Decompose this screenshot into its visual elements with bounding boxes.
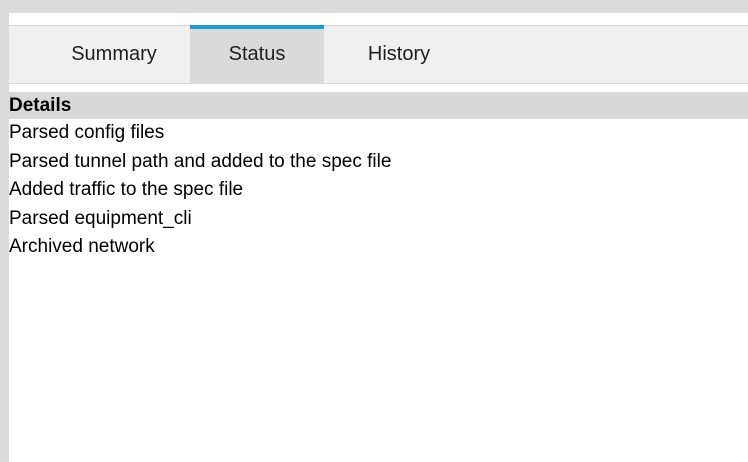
details-list: Parsed config files Parsed tunnel path a… [9, 119, 748, 262]
active-tab-indicator [190, 25, 324, 29]
status-window: Summary Status History Details Parsed co… [0, 0, 748, 462]
tab-bar: Summary Status History [9, 25, 748, 84]
list-item[interactable]: Parsed equipment_cli [9, 205, 748, 234]
tab-summary[interactable]: Summary [49, 26, 179, 83]
tab-status-label: Status [228, 43, 286, 65]
left-border [0, 13, 9, 462]
tab-history[interactable]: History [344, 26, 454, 83]
tab-status[interactable]: Status [190, 25, 324, 83]
top-border [0, 0, 748, 13]
list-item[interactable]: Added traffic to the spec file [9, 176, 748, 205]
details-header-label: Details [9, 95, 72, 116]
details-panel: Summary Status History Details Parsed co… [9, 13, 748, 462]
list-item[interactable]: Parsed tunnel path and added to the spec… [9, 148, 748, 177]
list-item[interactable]: Parsed config files [9, 119, 748, 148]
list-item[interactable]: Archived network [9, 233, 748, 262]
details-column-header[interactable]: Details [9, 92, 748, 119]
